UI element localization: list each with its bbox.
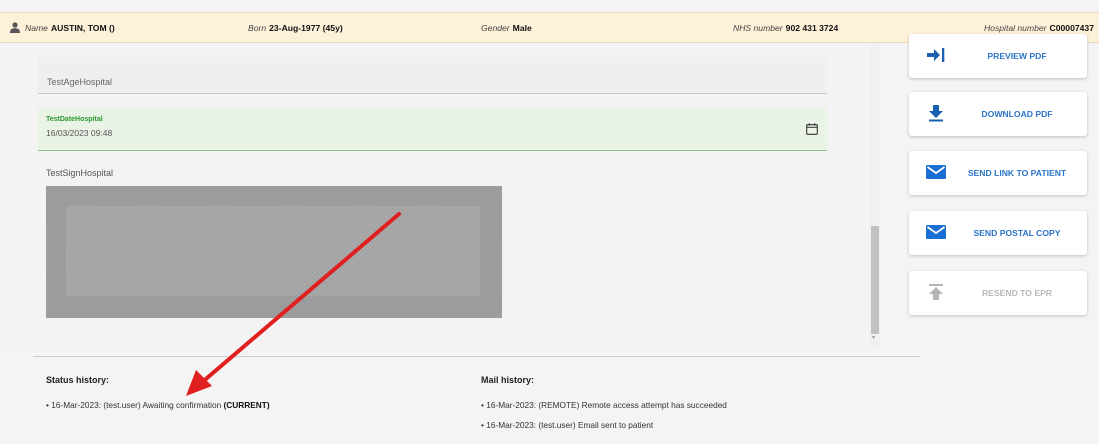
download-pdf-button[interactable]: DOWNLOAD PDF xyxy=(909,92,1087,136)
mail-icon xyxy=(926,225,946,239)
status-history-item: • 16-Mar-2023: (test.user) Awaiting conf… xyxy=(46,400,270,410)
date-field-label: TestDateHospital xyxy=(46,116,103,123)
scroll-down-arrow-icon[interactable]: ▾ xyxy=(872,335,878,341)
age-field[interactable]: TestAgeHospital xyxy=(38,57,827,94)
date-field[interactable]: TestDateHospital 16/03/2023 09:48 xyxy=(38,107,827,151)
mail-history-item: • 16-Mar-2023: (REMOTE) Remote access at… xyxy=(481,400,727,410)
date-field-value: 16/03/2023 09:48 xyxy=(46,128,113,138)
preview-arrow-icon xyxy=(927,48,945,62)
send-postal-copy-button[interactable]: SEND POSTAL COPY xyxy=(909,211,1087,255)
preview-pdf-button[interactable]: PREVIEW PDF xyxy=(909,34,1087,78)
form-panel: TestAgeHospital TestDateHospital 16/03/2… xyxy=(0,43,880,353)
mail-history-title: Mail history: xyxy=(481,375,535,385)
patient-nhs-number: NHS number 902 431 3724 xyxy=(733,22,839,33)
sign-field-label: TestSignHospital xyxy=(46,168,114,178)
scrollbar-thumb[interactable] xyxy=(871,226,879,334)
send-link-to-patient-button[interactable]: SEND LINK TO PATIENT xyxy=(909,151,1087,195)
upload-icon xyxy=(929,284,943,300)
download-icon xyxy=(929,105,943,122)
patient-born: Born 23-Aug-1977 (45y) xyxy=(248,22,343,33)
person-icon xyxy=(10,22,20,33)
calendar-icon[interactable] xyxy=(806,123,818,135)
patient-gender: Gender Male xyxy=(481,22,532,33)
status-history-title: Status history: xyxy=(46,375,110,385)
mail-icon xyxy=(926,165,946,179)
signature-pad[interactable] xyxy=(46,186,502,318)
history-divider xyxy=(33,356,920,357)
mail-history-item: • 16-Mar-2023: (test.user) Email sent to… xyxy=(481,420,654,430)
patient-name: Name AUSTIN, TOM () xyxy=(9,13,115,42)
age-field-label: TestAgeHospital xyxy=(47,77,113,87)
resend-to-epr-button[interactable]: RESEND TO EPR xyxy=(909,271,1087,315)
signature-pad-inner xyxy=(66,206,480,296)
